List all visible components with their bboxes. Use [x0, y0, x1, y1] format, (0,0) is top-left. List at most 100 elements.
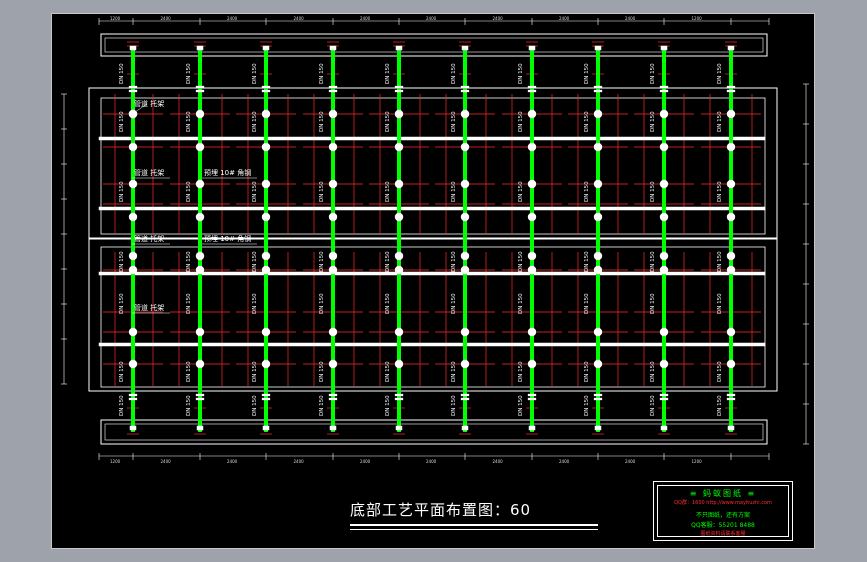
pipe-support-dot [195, 327, 205, 337]
pipe-flange [328, 393, 338, 397]
pipe-flange [527, 397, 537, 401]
dimension-text-bottom: 2400 [426, 459, 437, 464]
pipe-flange [128, 85, 138, 89]
title-block-url: QQ群：1600 http://www.mayituzhi.com [674, 500, 772, 506]
pipe-size-label: DN 150 [451, 395, 457, 416]
pipe-cap-bottom [129, 425, 137, 431]
pipe-size-label: DN 150 [717, 293, 723, 314]
pipe-cap-top [129, 45, 137, 51]
pipe-size-label: DN 150 [717, 251, 723, 272]
pipe-support-dot [726, 142, 736, 152]
pipe-flange [460, 89, 470, 93]
bracket-label: 管道 托架 [134, 234, 164, 243]
pipe-cap-top [594, 45, 602, 51]
pipe-support-dot [261, 109, 271, 119]
pipe-support-dot [328, 109, 338, 119]
pipe-size-label: DN 150 [252, 251, 258, 272]
dimension-text-bottom: 1200 [110, 459, 121, 464]
dimension-text-bottom: 2400 [161, 459, 172, 464]
pipe-size-label: DN 150 [650, 63, 656, 84]
pipe-size-label: DN 150 [584, 63, 590, 84]
process-plan-view: 1200 2400 2400 2400 2400 2400 2400 2400 2400 1200… [61, 16, 809, 464]
dimension-text-bottom: 2400 [227, 459, 238, 464]
pipe-size-label: DN 150 [518, 181, 524, 202]
pipe-size-label: DN 150 [186, 111, 192, 132]
pipe-support-dot [261, 179, 271, 189]
pipe-support-dot [128, 265, 138, 275]
pipe-size-label: DN 150 [119, 293, 125, 314]
pipe-cap-top [660, 45, 668, 51]
pipe-support-dot [659, 109, 669, 119]
pipe-size-label: DN 150 [584, 251, 590, 272]
pipe-support-dot [659, 359, 669, 369]
pipe-size-label: DN 150 [385, 395, 391, 416]
pipe-size-label: DN 150 [650, 361, 656, 382]
pipe-support-dot [261, 142, 271, 152]
title-block-contact: QQ客服：55201 8488 [691, 522, 755, 529]
pipe-support-dot [460, 212, 470, 222]
pipe-support-dot [726, 109, 736, 119]
pipe-support-dot [261, 327, 271, 337]
pipe-support-dot [726, 212, 736, 222]
pipe-cap-bottom [594, 425, 602, 431]
pipe-size-label: DN 150 [518, 111, 524, 132]
pipe-support-dot [527, 179, 537, 189]
pipe-size-label: DN 150 [451, 63, 457, 84]
pipe-support-dot [128, 142, 138, 152]
pipe-size-label: DN 150 [518, 293, 524, 314]
pipe-support-dot [726, 179, 736, 189]
pipe-support-dot [593, 109, 603, 119]
dimension-text-top: 2400 [360, 16, 371, 21]
pipe-size-label: DN 150 [119, 395, 125, 416]
title-block-brand: ≡ 蚂蚁图纸 ≡ [689, 489, 757, 498]
pipe-cap-top [461, 45, 469, 51]
pipe-support-dot [593, 251, 603, 261]
dimension-text-bottom: 1200 [692, 459, 703, 464]
lower-tank-wall [88, 238, 778, 392]
pipe-support-dot [527, 142, 537, 152]
pipe-support-dot [261, 265, 271, 275]
pipe-flange [394, 397, 404, 401]
pipe-flange [261, 397, 271, 401]
pipe-flange [726, 89, 736, 93]
pipe-support-dot [726, 251, 736, 261]
dimension-text-top: 2400 [493, 16, 504, 21]
dimension-text-bottom: 2400 [493, 459, 504, 464]
pipe-support-dot [261, 251, 271, 261]
bracket-label: 管道 托架 [134, 303, 164, 312]
pipe-size-label: DN 150 [584, 111, 590, 132]
pipe-size-label: DN 150 [518, 251, 524, 272]
dimension-text-top: 1200 [692, 16, 703, 21]
pipe-size-label: DN 150 [650, 251, 656, 272]
pipe-support-dot [460, 359, 470, 369]
pipe-size-label: DN 150 [119, 111, 125, 132]
pipe-support-dot [195, 251, 205, 261]
pipe-size-label: DN 150 [518, 395, 524, 416]
pipe-support-dot [128, 179, 138, 189]
pipe-size-label: DN 150 [252, 395, 258, 416]
dimension-text-bottom: 2400 [559, 459, 570, 464]
pipe-support-dot [261, 212, 271, 222]
pipe-cap-top [329, 45, 337, 51]
pipe-cap-top [727, 45, 735, 51]
dimension-text-top: 2400 [227, 16, 238, 21]
pipe-support-dot [394, 109, 404, 119]
pipe-support-dot [394, 212, 404, 222]
pipe-support-dot [394, 251, 404, 261]
drawing-title: 底部工艺平面布置图：60 [350, 501, 532, 519]
pipe-support-dot [328, 179, 338, 189]
pipe-size-label: DN 150 [385, 251, 391, 272]
pipe-flange [328, 89, 338, 93]
pipe-support-dot [527, 359, 537, 369]
pipe-size-label: DN 150 [186, 293, 192, 314]
pipe-support-dot [659, 212, 669, 222]
pipe-cap-bottom [395, 425, 403, 431]
pipe-support-dot [261, 359, 271, 369]
pipe-flange [659, 89, 669, 93]
pipe-cap-top [262, 45, 270, 51]
pipe-size-label: DN 150 [451, 361, 457, 382]
pipe-support-dot [460, 142, 470, 152]
pipe-flange [328, 397, 338, 401]
pipe-support-dot [128, 251, 138, 261]
pipe-flange [527, 85, 537, 89]
